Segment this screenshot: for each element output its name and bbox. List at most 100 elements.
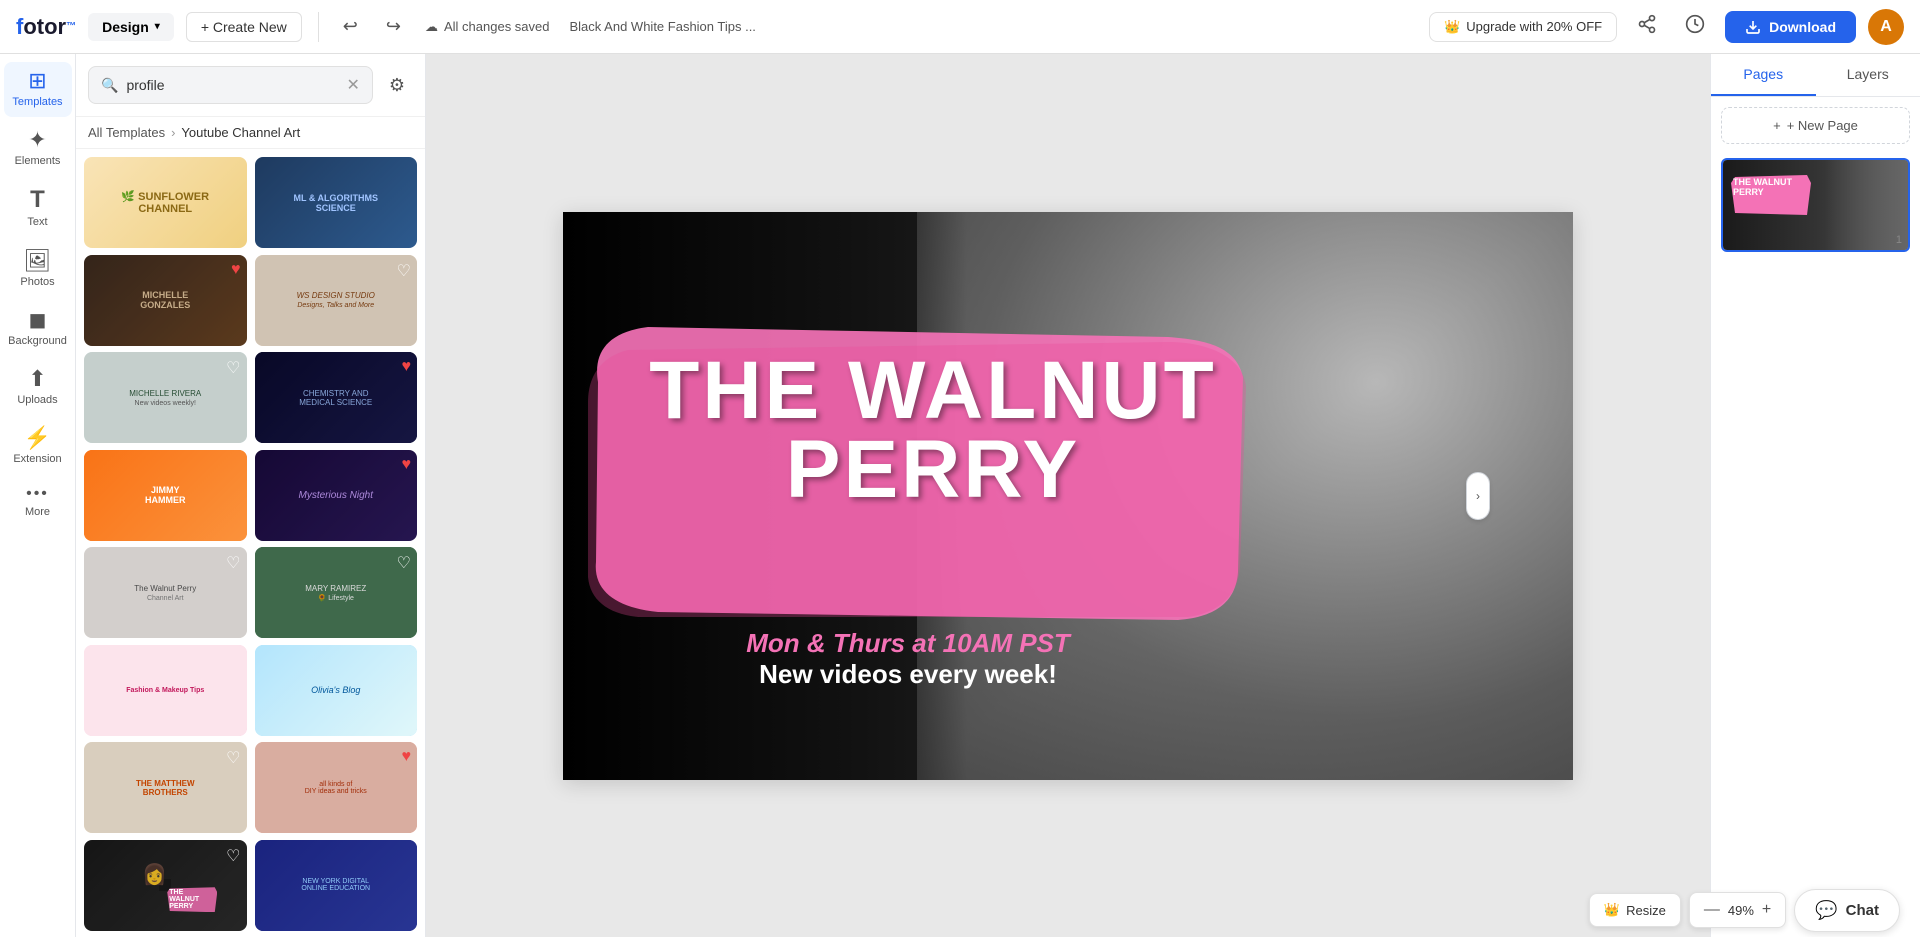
heart-button[interactable]: ♡ bbox=[397, 553, 411, 573]
sidebar-item-more[interactable]: ••• More bbox=[4, 478, 72, 527]
heart-button[interactable]: ♡ bbox=[397, 651, 411, 671]
undo-button[interactable]: ↩ bbox=[335, 12, 366, 41]
sidebar-item-photos[interactable]: 🖼 Photos bbox=[4, 242, 72, 297]
template-card[interactable]: CHEMISTRY ANDMEDICAL SCIENCE ♥ bbox=[255, 352, 418, 443]
sidebar-item-extension[interactable]: ⚡ Extension bbox=[4, 419, 72, 474]
download-button[interactable]: Download bbox=[1725, 11, 1856, 43]
heart-button[interactable]: ♥ bbox=[402, 748, 412, 766]
page-number: 1 bbox=[1896, 234, 1902, 246]
crown-icon: 👑 bbox=[1444, 19, 1460, 35]
resize-button[interactable]: 👑 Resize bbox=[1589, 893, 1681, 927]
photos-icon: 🖼 bbox=[24, 250, 52, 272]
design-label: Design bbox=[102, 19, 149, 35]
topbar-right: 👑 Upgrade with 20% OFF Download A bbox=[1429, 9, 1904, 45]
canvas-title: THE WALNUT PERRY bbox=[618, 352, 1248, 512]
chat-button[interactable]: 💬 Chat bbox=[1794, 889, 1900, 932]
zoom-level: 49% bbox=[1728, 903, 1754, 918]
logo-text-rest: otor bbox=[23, 14, 66, 40]
tab-layers[interactable]: Layers bbox=[1816, 54, 1920, 96]
background-icon: ◼ bbox=[28, 309, 46, 331]
more-icon: ••• bbox=[26, 486, 49, 502]
history-button[interactable] bbox=[1677, 10, 1713, 43]
cloud-icon: ☁ bbox=[425, 19, 438, 35]
heart-button[interactable]: ♥ bbox=[402, 456, 412, 474]
text-icon: T bbox=[30, 188, 45, 212]
template-card[interactable]: all kinds ofDIY ideas and tricks ♥ bbox=[255, 742, 418, 833]
search-icon: 🔍 bbox=[101, 77, 118, 94]
template-card[interactable]: Fashion & Makeup Tips ♡ bbox=[84, 645, 247, 736]
zoom-decrease-button[interactable]: — bbox=[1704, 901, 1720, 919]
chevron-down-icon: ▾ bbox=[155, 21, 160, 32]
template-card[interactable]: THE WALNUTPERRY 👩 ♡ bbox=[84, 840, 247, 931]
templates-grid: 🌿 SUNFLOWERCHANNEL ♡ ML & ALGORITHMSSCIE… bbox=[76, 149, 425, 937]
templates-icon: ⊞ bbox=[28, 70, 46, 92]
redo-button[interactable]: ↪ bbox=[378, 12, 409, 41]
page-thumbnail[interactable]: THE WALNUTPERRY 1 bbox=[1721, 158, 1910, 252]
sidebar-item-uploads[interactable]: ⬆ Uploads bbox=[4, 360, 72, 415]
main-content: ⊞ Templates ✦ Elements T Text 🖼 Photos ◼… bbox=[0, 54, 1920, 937]
template-card[interactable]: WS DESIGN STUDIODesigns, Talks and More … bbox=[255, 255, 418, 346]
template-card[interactable]: 🌿 SUNFLOWERCHANNEL ♡ bbox=[84, 157, 247, 248]
heart-button[interactable]: ♡ bbox=[226, 456, 240, 476]
breadcrumb-separator: › bbox=[171, 125, 175, 140]
templates-panel: 🔍 ✕ ⚙ All Templates › Youtube Channel Ar… bbox=[76, 54, 426, 937]
template-card[interactable]: MARY RAMIREZ🌻 Lifestyle ♡ bbox=[255, 547, 418, 638]
tab-pages[interactable]: Pages bbox=[1711, 54, 1816, 96]
heart-button[interactable]: ♡ bbox=[397, 846, 411, 866]
template-card[interactable]: JIMMYHAMMER ♡ bbox=[84, 450, 247, 541]
heart-button[interactable]: ♡ bbox=[397, 261, 411, 281]
logo-text: f bbox=[16, 14, 23, 40]
heart-button[interactable]: ♡ bbox=[226, 358, 240, 378]
search-bar: 🔍 ✕ ⚙ bbox=[76, 54, 425, 117]
template-card[interactable]: ML & ALGORITHMSSCIENCE ♡ bbox=[255, 157, 418, 248]
sidebar-item-elements[interactable]: ✦ Elements bbox=[4, 121, 72, 176]
template-card[interactable]: MICHELLE RIVERANew videos weekly! ♡ bbox=[84, 352, 247, 443]
search-input-wrapper: 🔍 ✕ bbox=[88, 66, 373, 104]
template-card[interactable]: THE MATTHEWBROTHERS ♡ bbox=[84, 742, 247, 833]
heart-button[interactable]: ♡ bbox=[397, 163, 411, 183]
upgrade-button[interactable]: 👑 Upgrade with 20% OFF bbox=[1429, 12, 1617, 42]
saved-status: ☁ All changes saved bbox=[425, 19, 550, 35]
design-button[interactable]: Design ▾ bbox=[88, 13, 174, 41]
collapse-panel-button[interactable]: › bbox=[1466, 472, 1490, 520]
heart-button[interactable]: ♥ bbox=[231, 261, 241, 279]
avatar[interactable]: A bbox=[1868, 9, 1904, 45]
extension-icon: ⚡ bbox=[24, 427, 51, 449]
heart-button[interactable]: ♡ bbox=[226, 748, 240, 768]
document-title[interactable]: Black And White Fashion Tips ... bbox=[570, 19, 756, 34]
canvas-subtitle: Mon & Thurs at 10AM PST New videos every… bbox=[603, 628, 1213, 690]
logo: f otor ™ bbox=[16, 14, 76, 40]
icon-sidebar: ⊞ Templates ✦ Elements T Text 🖼 Photos ◼… bbox=[0, 54, 76, 937]
template-card[interactable]: The Walnut PerryChannel Art ♡ bbox=[84, 547, 247, 638]
sidebar-item-text[interactable]: T Text bbox=[4, 180, 72, 237]
clear-search-button[interactable]: ✕ bbox=[346, 75, 359, 95]
template-card[interactable]: MICHELLEGONZALES ♥ bbox=[84, 255, 247, 346]
plus-icon: + bbox=[1773, 118, 1781, 133]
heart-button[interactable]: ♡ bbox=[226, 553, 240, 573]
right-sidebar: Pages Layers + + New Page THE WALNUTPERR… bbox=[1710, 54, 1920, 937]
heart-button[interactable]: ♡ bbox=[226, 651, 240, 671]
template-card[interactable]: Olivia's Blog ♡ bbox=[255, 645, 418, 736]
template-card[interactable]: NEW YORK DIGITALONLINE EDUCATION ♡ bbox=[255, 840, 418, 931]
chat-bubble-icon: 💬 bbox=[1815, 900, 1837, 921]
right-panel-tabs: Pages Layers bbox=[1711, 54, 1920, 97]
breadcrumb-root[interactable]: All Templates bbox=[88, 125, 165, 140]
sidebar-item-background[interactable]: ◼ Background bbox=[4, 301, 72, 356]
search-input[interactable] bbox=[126, 77, 338, 93]
template-card[interactable]: Mysterious Night ♥ bbox=[255, 450, 418, 541]
zoom-increase-button[interactable]: + bbox=[1762, 901, 1771, 919]
create-new-button[interactable]: + Create New bbox=[186, 12, 302, 42]
canvas-container[interactable]: THE WALNUT PERRY Mon & Thurs at 10AM PST… bbox=[563, 212, 1573, 780]
heart-button[interactable]: ♡ bbox=[226, 163, 240, 183]
logo-tm: ™ bbox=[66, 21, 76, 32]
create-new-label: + Create New bbox=[201, 19, 287, 35]
chevron-right-icon: › bbox=[1476, 489, 1480, 503]
uploads-icon: ⬆ bbox=[28, 368, 46, 390]
new-page-button[interactable]: + + New Page bbox=[1721, 107, 1910, 144]
heart-button[interactable]: ♡ bbox=[226, 846, 240, 866]
canvas-area[interactable]: THE WALNUT PERRY Mon & Thurs at 10AM PST… bbox=[426, 54, 1710, 937]
sidebar-item-templates[interactable]: ⊞ Templates bbox=[4, 62, 72, 117]
heart-button[interactable]: ♥ bbox=[402, 358, 412, 376]
filter-button[interactable]: ⚙ bbox=[381, 71, 413, 100]
share-button[interactable] bbox=[1629, 10, 1665, 43]
